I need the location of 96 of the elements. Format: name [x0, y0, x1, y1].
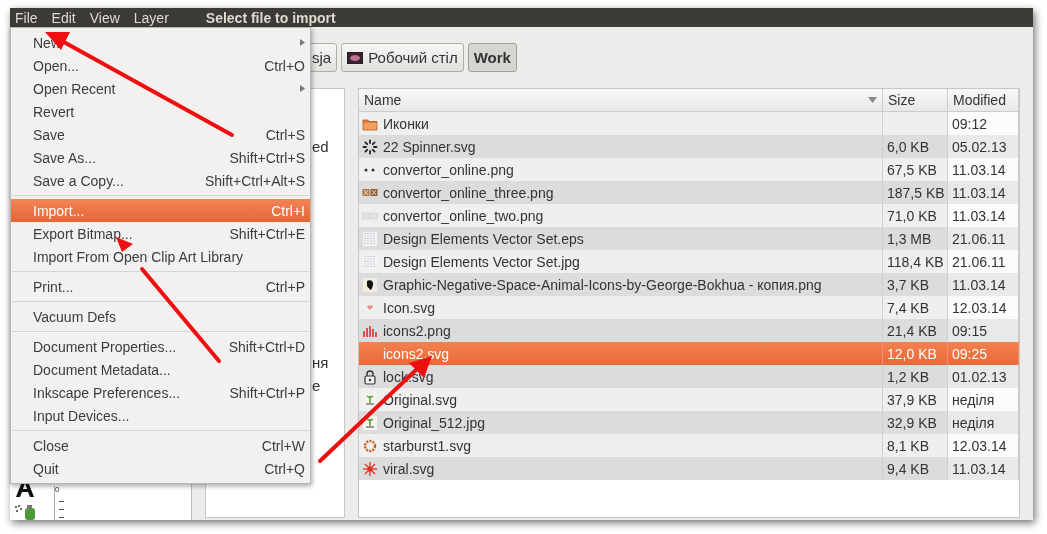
- menu-item[interactable]: Print... Ctrl+P: [11, 275, 310, 298]
- animal-icon: [362, 276, 378, 293]
- file-modified: 21.06.11: [952, 253, 1006, 270]
- file-modified: 21.06.11: [952, 230, 1006, 247]
- file-row[interactable]: convertor_online_two.png 71,0 KB 11.03.14: [359, 204, 1019, 227]
- file-modified: 12.03.14: [952, 437, 1007, 454]
- file-name: starburst1.svg: [383, 437, 471, 454]
- menu-item[interactable]: Import From Open Clip Art Library: [11, 245, 310, 268]
- file-modified: 09:15: [952, 322, 988, 339]
- file-row[interactable]: convertor_online_three.png 187,5 KB 11.03.14: [359, 181, 1019, 204]
- file-modified: 12.03.14: [952, 299, 1007, 316]
- file-size: 6,0 KB: [887, 138, 930, 155]
- file-modified: неділя: [952, 414, 995, 431]
- file-row[interactable]: Original_512.jpg 32,9 KB неділя: [359, 411, 1019, 434]
- menu-item[interactable]: Document Properties... Shift+Ctrl+D: [11, 335, 310, 358]
- file-row[interactable]: Graphic-Negative-Space-Animal-Icons-by-George-Bokhua - копия.png 3,7 KB 11.03.14: [359, 273, 1019, 296]
- file-modified: 11.03.14: [952, 207, 1006, 224]
- menu-bar-item[interactable]: Layer: [126, 9, 176, 26]
- file-name: viral.svg: [383, 460, 435, 477]
- file-modified: 01.02.13: [952, 368, 1007, 385]
- file-size: 7,4 KB: [887, 299, 930, 316]
- spray-tool-icon[interactable]: [14, 504, 38, 520]
- file-size: 9,4 KB: [887, 460, 930, 477]
- menu-item[interactable]: Save As... Shift+Ctrl+S: [11, 146, 310, 169]
- file-modified: неділя: [952, 391, 995, 408]
- menu-item[interactable]: Document Metadata...: [11, 358, 310, 381]
- file-row[interactable]: Original.svg 37,9 KB неділя: [359, 388, 1019, 411]
- file-size: 3,7 KB: [887, 276, 930, 293]
- file-size: 32,9 KB: [887, 414, 937, 431]
- menu-item[interactable]: Revert: [11, 100, 310, 123]
- column-header[interactable]: Modified: [948, 89, 1019, 112]
- file-size: 1,3 MB: [887, 230, 932, 247]
- file-name: icons2.svg: [383, 345, 450, 362]
- file-name: Design Elements Vector Set.eps: [383, 230, 584, 247]
- file-row[interactable]: viral.svg 9,4 KB 11.03.14: [359, 457, 1019, 480]
- menu-item[interactable]: Save a Copy... Shift+Ctrl+Alt+S: [11, 169, 310, 192]
- file-row[interactable]: 22 Spinner.svg 6,0 KB 05.02.13: [359, 135, 1019, 158]
- file-name: Original.svg: [383, 391, 457, 408]
- path-button[interactable]: Work: [467, 43, 517, 72]
- file-size: 118,4 KB: [887, 253, 944, 270]
- menu-item[interactable]: Quit Ctrl+Q: [11, 457, 310, 480]
- file-size: 37,9 KB: [887, 391, 937, 408]
- menu-item[interactable]: Vacuum Defs: [11, 305, 310, 328]
- file-modified: 11.03.14: [952, 161, 1006, 178]
- path-button[interactable]: Робочий стіл: [341, 43, 464, 72]
- file-size: 1,2 KB: [887, 368, 930, 385]
- file-row[interactable]: Design Elements Vector Set.eps 1,3 MB 21.06.11: [359, 227, 1019, 250]
- file-name: 22 Spinner.svg: [383, 138, 476, 155]
- starburst-icon: [362, 437, 378, 454]
- file-name: convertor_online.png: [383, 161, 514, 178]
- menu-bar-item[interactable]: View: [82, 9, 127, 26]
- menu-item[interactable]: Input Devices...: [11, 404, 310, 427]
- file-name: Иконки: [383, 115, 429, 132]
- file-modified: 09:12: [952, 115, 988, 132]
- file-row[interactable]: convertor_online.png 67,5 KB 11.03.14: [359, 158, 1019, 181]
- file-size: 12,0 KB: [887, 345, 937, 362]
- column-header[interactable]: Name: [359, 89, 883, 112]
- file-name: Design Elements Vector Set.jpg: [383, 253, 580, 270]
- virus-icon: [362, 460, 378, 477]
- grid-icon: [362, 230, 378, 247]
- file-name: convertor_online_three.png: [383, 184, 554, 201]
- file-name: Graphic-Negative-Space-Animal-Icons-by-George-Bokhua - копия.png: [383, 276, 822, 293]
- file-size: 67,5 KB: [887, 161, 937, 178]
- column-header[interactable]: Size: [883, 89, 948, 112]
- file-row[interactable]: Иконки 09:12: [359, 112, 1019, 135]
- file-row[interactable]: Design Elements Vector Set.jpg 118,4 KB 21.06.11: [359, 250, 1019, 273]
- menu-bar-item[interactable]: File: [10, 9, 45, 26]
- sort-arrow-icon: [868, 97, 877, 103]
- file-modified: 05.02.13: [952, 138, 1007, 155]
- grid-icon: [362, 253, 378, 270]
- file-row[interactable]: starburst1.svg 8,1 KB 12.03.14: [359, 434, 1019, 457]
- file-name: icons2.png: [383, 322, 451, 339]
- file-modified: 09:25: [952, 345, 988, 362]
- menu-item[interactable]: Inkscape Preferences... Shift+Ctrl+P: [11, 381, 310, 404]
- menu-item[interactable]: Save Ctrl+S: [11, 123, 310, 146]
- file-size: 71,0 KB: [887, 207, 937, 224]
- window-title: Select file to import: [205, 9, 336, 26]
- menu-item[interactable]: Open Recent: [11, 77, 310, 100]
- file-name: convertor_online_two.png: [383, 207, 544, 224]
- lock-icon: [362, 368, 378, 385]
- file-size: 187,5 KB: [887, 184, 945, 201]
- file-name: Original_512.jpg: [383, 414, 485, 431]
- file-size: 21,4 KB: [887, 322, 937, 339]
- menu-bar-item[interactable]: Edit: [44, 9, 83, 26]
- file-size: 8,1 KB: [887, 437, 930, 454]
- file-name: Icon.svg: [383, 299, 436, 316]
- file-row[interactable]: icons2.png 21,4 KB 09:15: [359, 319, 1019, 342]
- spinner-icon: [362, 138, 378, 155]
- menu-item[interactable]: Close Ctrl+W: [11, 434, 310, 457]
- file-modified: 11.03.14: [952, 184, 1006, 201]
- menu-item[interactable]: Export Bitmap... Shift+Ctrl+E: [11, 222, 310, 245]
- desktop-icon: [347, 51, 364, 64]
- file-modified: 11.03.14: [952, 276, 1006, 293]
- file-row[interactable]: Icon.svg 7,4 KB 12.03.14: [359, 296, 1019, 319]
- file-modified: 11.03.14: [952, 460, 1006, 477]
- ruler-label: 0: [55, 486, 61, 494]
